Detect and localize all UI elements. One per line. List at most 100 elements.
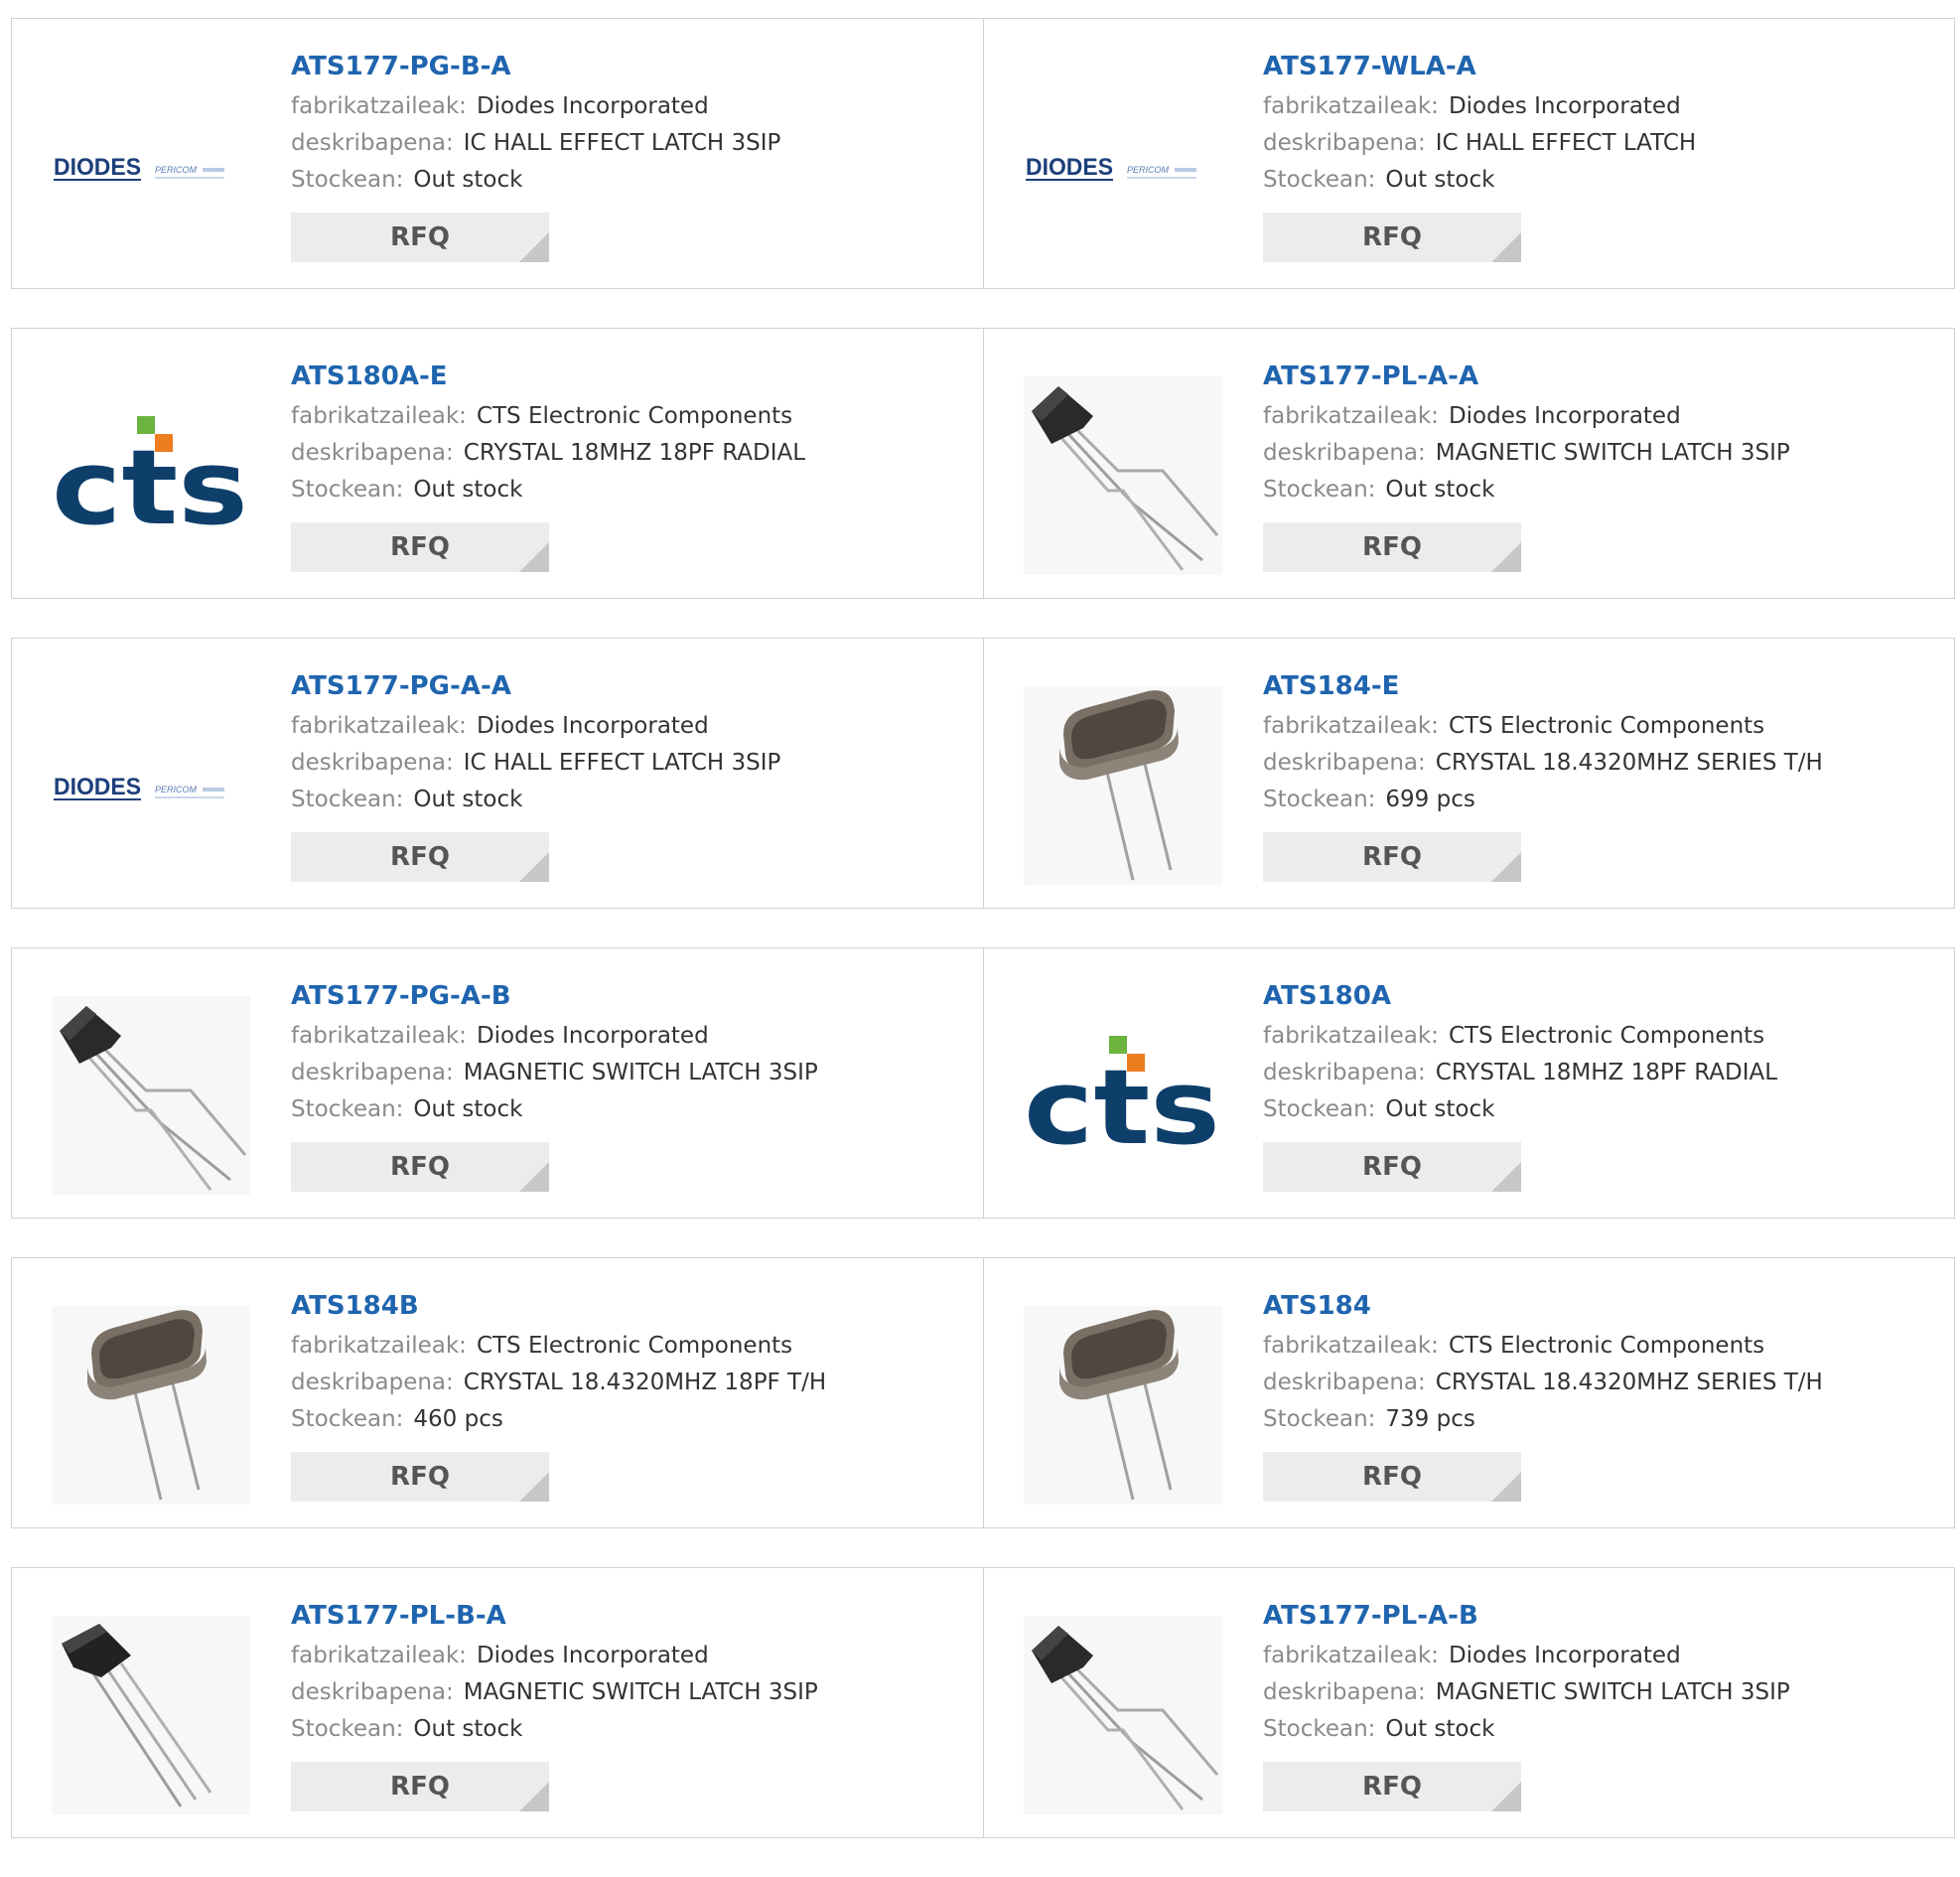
manufacturer-value: Diodes Incorporated — [1448, 1643, 1681, 1668]
product-image[interactable] — [52, 1616, 250, 1814]
stock-label: Stockean: — [291, 477, 404, 503]
product-image[interactable] — [52, 1306, 250, 1505]
rfq-button[interactable]: RFQ — [291, 213, 549, 262]
diodes-wordmark: DIODES — [54, 774, 141, 800]
crystal-image — [1024, 1306, 1222, 1505]
manufacturer-value: CTS Electronic Components — [1448, 713, 1765, 739]
product-image[interactable]: cts — [52, 376, 250, 575]
stock-row: Stockean: Out stock — [1263, 162, 1944, 199]
rfq-corner-triangle — [1491, 232, 1521, 262]
product-row: cts ATS180A-E fabrikatzaileak: CTS Electron… — [11, 328, 1955, 599]
product-row: DIODES PERICOM ATS177-PG-B-A fabrikatzailea… — [11, 18, 1955, 289]
rfq-button[interactable]: RFQ — [291, 522, 549, 572]
rfq-label: RFQ — [390, 1772, 450, 1802]
stock-value: 739 pcs — [1385, 1406, 1475, 1432]
rfq-button[interactable]: RFQ — [1263, 522, 1521, 572]
manufacturer-row: fabrikatzaileak: Diodes Incorporated — [291, 1018, 973, 1055]
product-image[interactable] — [1024, 1616, 1222, 1814]
description-row: deskribapena: CRYSTAL 18MHZ 18PF RADIAL — [1263, 1055, 1944, 1091]
diodes-logo-image: DIODES PERICOM — [1026, 154, 1196, 181]
part-number-link[interactable]: ATS177-PG-A-A — [291, 668, 973, 708]
rfq-button[interactable]: RFQ — [1263, 1142, 1521, 1192]
cts-logo-image: cts — [52, 416, 248, 548]
stock-label: Stockean: — [291, 167, 404, 193]
product-card: cts ATS180A-E fabrikatzaileak: CTS Electron… — [12, 329, 983, 598]
product-row: ATS177-PG-A-B fabrikatzaileak: Diodes Inco… — [11, 947, 1955, 1219]
description-value: MAGNETIC SWITCH LATCH 3SIP — [463, 1060, 818, 1085]
part-number-link[interactable]: ATS184B — [291, 1288, 973, 1328]
product-image[interactable]: DIODES PERICOM — [52, 686, 250, 885]
description-label: deskribapena: — [291, 1060, 454, 1085]
description-row: deskribapena: CRYSTAL 18MHZ 18PF RADIAL — [291, 435, 973, 472]
manufacturer-label: fabrikatzaileak: — [291, 403, 467, 429]
product-info: ATS177-PL-B-A fabrikatzaileak: Diodes Inco… — [291, 1598, 973, 1811]
rfq-corner-triangle — [519, 1782, 549, 1811]
product-info: ATS180A-E fabrikatzaileak: CTS Electronic … — [291, 359, 973, 572]
manufacturer-value: CTS Electronic Components — [476, 403, 793, 429]
part-number-link[interactable]: ATS184-E — [1263, 668, 1944, 708]
description-label: deskribapena: — [1263, 1060, 1426, 1085]
description-value: CRYSTAL 18.4320MHZ SERIES T/H — [1435, 750, 1823, 776]
rfq-button[interactable]: RFQ — [291, 1452, 549, 1502]
description-label: deskribapena: — [291, 440, 454, 466]
description-label: deskribapena: — [1263, 1370, 1426, 1395]
description-label: deskribapena: — [291, 750, 454, 776]
stock-label: Stockean: — [1263, 1406, 1376, 1432]
part-number-link[interactable]: ATS177-PG-B-A — [291, 49, 973, 88]
description-row: deskribapena: MAGNETIC SWITCH LATCH 3SIP — [291, 1674, 973, 1711]
description-value: CRYSTAL 18MHZ 18PF RADIAL — [463, 440, 806, 466]
rfq-label: RFQ — [1362, 842, 1422, 872]
stock-value: Out stock — [413, 787, 523, 812]
rfq-label: RFQ — [1362, 1152, 1422, 1182]
part-number-link[interactable]: ATS184 — [1263, 1288, 1944, 1328]
hall-sensor-image — [1024, 376, 1222, 575]
part-number-link[interactable]: ATS177-PL-A-B — [1263, 1598, 1944, 1638]
rfq-button[interactable]: RFQ — [291, 1762, 549, 1811]
diodes-wordmark: DIODES — [54, 154, 141, 181]
stock-row: Stockean: Out stock — [291, 472, 973, 508]
part-number-link[interactable]: ATS180A-E — [291, 359, 973, 398]
part-number-link[interactable]: ATS177-PL-B-A — [291, 1598, 973, 1638]
product-image[interactable] — [52, 996, 250, 1195]
product-image[interactable]: DIODES PERICOM — [1024, 67, 1222, 265]
rfq-corner-triangle — [519, 542, 549, 572]
manufacturer-row: fabrikatzaileak: Diodes Incorporated — [291, 88, 973, 125]
manufacturer-row: fabrikatzaileak: CTS Electronic Component… — [1263, 1328, 1944, 1365]
manufacturer-row: fabrikatzaileak: Diodes Incorporated — [291, 1638, 973, 1674]
part-number-link[interactable]: ATS177-PL-A-A — [1263, 359, 1944, 398]
manufacturer-value: Diodes Incorporated — [476, 93, 709, 119]
description-value: IC HALL EFFECT LATCH 3SIP — [463, 130, 781, 156]
part-number-link[interactable]: ATS177-WLA-A — [1263, 49, 1944, 88]
rfq-label: RFQ — [390, 1152, 450, 1182]
rfq-button[interactable]: RFQ — [1263, 213, 1521, 262]
description-value: IC HALL EFFECT LATCH 3SIP — [463, 750, 781, 776]
manufacturer-label: fabrikatzaileak: — [1263, 403, 1439, 429]
product-image[interactable] — [1024, 686, 1222, 885]
product-card: DIODES PERICOM ATS177-WLA-A fabrikatzaileak… — [983, 19, 1954, 288]
rfq-button[interactable]: RFQ — [1263, 1762, 1521, 1811]
manufacturer-label: fabrikatzaileak: — [291, 1333, 467, 1359]
hall-sensor-image — [1024, 1616, 1222, 1814]
rfq-button[interactable]: RFQ — [291, 1142, 549, 1192]
stock-label: Stockean: — [291, 787, 404, 812]
stock-label: Stockean: — [1263, 787, 1376, 812]
stock-value: 460 pcs — [413, 1406, 503, 1432]
product-card: cts ATS180A fabrikatzaileak: CTS Electronic… — [983, 948, 1954, 1218]
product-image[interactable]: DIODES PERICOM — [52, 67, 250, 265]
product-card: DIODES PERICOM ATS177-PG-B-A fabrikatzailea… — [12, 19, 983, 288]
description-row: deskribapena: CRYSTAL 18.4320MHZ SERIES T… — [1263, 745, 1944, 782]
manufacturer-label: fabrikatzaileak: — [1263, 713, 1439, 739]
rfq-button[interactable]: RFQ — [291, 832, 549, 882]
product-card: ATS177-PL-A-B fabrikatzaileak: Diodes Inco… — [983, 1568, 1954, 1837]
product-image[interactable]: cts — [1024, 996, 1222, 1195]
diodes-logo-image: DIODES PERICOM — [54, 774, 224, 800]
product-image[interactable] — [1024, 376, 1222, 575]
part-number-link[interactable]: ATS180A — [1263, 978, 1944, 1018]
crystal-image — [52, 1306, 250, 1505]
product-image[interactable] — [1024, 1306, 1222, 1505]
rfq-button[interactable]: RFQ — [1263, 832, 1521, 882]
rfq-button[interactable]: RFQ — [1263, 1452, 1521, 1502]
manufacturer-value: Diodes Incorporated — [476, 1643, 709, 1668]
part-number-link[interactable]: ATS177-PG-A-B — [291, 978, 973, 1018]
manufacturer-row: fabrikatzaileak: CTS Electronic Component… — [291, 398, 973, 435]
